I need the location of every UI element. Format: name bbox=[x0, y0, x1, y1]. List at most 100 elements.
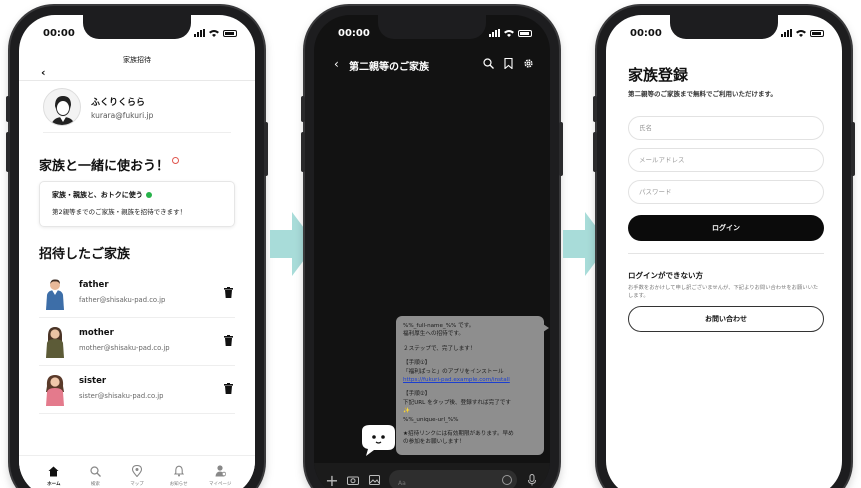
tab-search[interactable]: 検索 bbox=[80, 464, 110, 488]
plus-icon[interactable]: + bbox=[325, 471, 338, 488]
contact-button[interactable]: お問い合わせ bbox=[628, 306, 824, 332]
tab-map[interactable]: マップ bbox=[122, 464, 152, 488]
avatar bbox=[43, 88, 81, 126]
phone-family-invite: 00:00 家族招待 ‹ ふくりくらら kurara@fukuri.jp 家族と… bbox=[6, 6, 268, 488]
member-row-father[interactable]: father father@shisaku-pad.co.jp bbox=[39, 270, 235, 318]
member-email: father@shisaku-pad.co.jp bbox=[79, 296, 166, 304]
phone-chat-invite: 00:00 ‹ 第二親等のご家族 %%_full-name_%% です。 福利厚… bbox=[301, 6, 563, 488]
tab-home[interactable]: ホーム bbox=[39, 464, 69, 488]
invited-family-heading: 招待したご家族 bbox=[39, 247, 131, 262]
status-time: 00:00 bbox=[338, 28, 370, 39]
trash-icon[interactable] bbox=[224, 287, 233, 298]
promo-title: 家族・親族と、おトクに使う bbox=[52, 191, 143, 199]
member-name: mother bbox=[79, 328, 114, 338]
member-email: mother@shisaku-pad.co.jp bbox=[79, 344, 170, 352]
search-icon[interactable] bbox=[483, 58, 494, 69]
install-link[interactable]: https://fukuri-pad.example.com/install bbox=[403, 376, 537, 384]
cant-login-heading: ログインができない方 bbox=[628, 271, 703, 280]
profile-card: ふくりくらら kurara@fukuri.jp bbox=[43, 81, 231, 133]
tab-label: マイページ bbox=[208, 482, 232, 487]
avatar-sister bbox=[46, 375, 64, 406]
back-icon[interactable]: ‹ bbox=[334, 57, 339, 71]
divider bbox=[628, 253, 824, 254]
sparkle-icon: ✨ bbox=[403, 408, 410, 415]
tab-label: お知らせ bbox=[169, 482, 188, 487]
email-field[interactable] bbox=[628, 148, 824, 172]
image-icon[interactable] bbox=[368, 474, 380, 486]
message-line: 【手順②】 bbox=[403, 391, 431, 398]
message-input[interactable] bbox=[389, 473, 517, 488]
use-together-text: 家族と一緒に使おう！ bbox=[39, 159, 170, 174]
trash-icon[interactable] bbox=[224, 383, 233, 394]
back-icon[interactable]: ‹ bbox=[41, 66, 46, 79]
message-line: %%_unique-url_%% bbox=[403, 416, 459, 423]
promo-description: 第2親等までのご家族・親族を招待できます！ bbox=[52, 208, 187, 216]
battery-icon bbox=[810, 30, 824, 37]
promo-card[interactable]: 家族・親族と、おトクに使う 第2親等までのご家族・親族を招待できます！ bbox=[39, 181, 235, 227]
member-name: father bbox=[79, 280, 109, 290]
page-title: 家族招待 bbox=[123, 56, 151, 64]
name-field[interactable] bbox=[628, 116, 824, 140]
use-together-heading: 家族と一緒に使おう！ bbox=[39, 155, 180, 174]
wifi-icon bbox=[504, 30, 514, 37]
chat-input-bar: + bbox=[314, 463, 550, 488]
chat-header: ‹ 第二親等のご家族 bbox=[314, 53, 550, 81]
password-field[interactable] bbox=[628, 180, 824, 204]
notch bbox=[83, 15, 191, 39]
page-subtitle: 第二親等のご家族まで無料でご利用いただけます。 bbox=[628, 90, 777, 98]
message-line: ★招待リンクには有効期限があります。早め bbox=[403, 430, 514, 437]
gear-icon[interactable] bbox=[523, 58, 534, 69]
screen: 00:00 家族登録 第二親等のご家族まで無料でご利用いただけます。 ログイン … bbox=[606, 15, 842, 488]
profile-email: kurara@fukuri.jp bbox=[91, 111, 154, 120]
wifi-icon bbox=[796, 30, 806, 37]
tab-label: マップ bbox=[130, 482, 144, 487]
invite-message-bubble: %%_full-name_%% です。 福利厚生への招待です。 ２ステップで、完… bbox=[396, 316, 549, 455]
battery-icon bbox=[223, 30, 237, 37]
signal-icon bbox=[781, 29, 792, 37]
bell-icon bbox=[173, 465, 184, 477]
search-icon bbox=[90, 465, 101, 477]
emoji-icon[interactable] bbox=[502, 475, 512, 485]
member-row-mother[interactable]: mother mother@shisaku-pad.co.jp bbox=[39, 318, 235, 366]
microphone-icon[interactable] bbox=[526, 474, 538, 486]
screen: 00:00 ‹ 第二親等のご家族 %%_full-name_%% です。 福利厚… bbox=[314, 15, 550, 488]
home-icon bbox=[48, 466, 59, 476]
message-line: %%_full-name_%% です。 bbox=[403, 323, 475, 329]
member-row-sister[interactable]: sister sister@shisaku-pad.co.jp bbox=[39, 366, 235, 414]
tab-label: ホーム bbox=[47, 482, 61, 487]
bookmark-icon[interactable] bbox=[503, 58, 514, 69]
message-line: 【手順①】 bbox=[403, 360, 431, 367]
signal-icon bbox=[194, 29, 205, 37]
green-dot-icon bbox=[145, 192, 152, 198]
status-time: 00:00 bbox=[43, 28, 75, 39]
signal-icon bbox=[489, 29, 500, 37]
message-line: 「福利ぱっと」のアプリをインストール bbox=[403, 368, 504, 375]
info-dot-icon bbox=[172, 157, 180, 164]
bottom-tab-bar: ホーム 検索 マップ お知らせ マイページ bbox=[19, 455, 255, 488]
message-line: 下記URL をタップ後、登録すれば完了です bbox=[403, 399, 511, 406]
tab-notifications[interactable]: お知らせ bbox=[164, 464, 194, 488]
chat-title: 第二親等のご家族 bbox=[349, 62, 429, 73]
map-pin-icon bbox=[131, 465, 142, 477]
trash-icon[interactable] bbox=[224, 335, 233, 346]
cant-login-note: お手数をおかけして申し訳ございませんが、下記よりお問い合わせをお願いいたします。 bbox=[628, 285, 819, 299]
screen: 00:00 家族招待 ‹ ふくりくらら kurara@fukuri.jp 家族と… bbox=[19, 15, 255, 488]
camera-icon[interactable] bbox=[347, 474, 359, 486]
login-button[interactable]: ログイン bbox=[628, 215, 824, 241]
tab-label: 検索 bbox=[90, 482, 100, 487]
chatbot-avatar-icon bbox=[362, 425, 395, 456]
message-line: 福利厚生への招待です。 bbox=[403, 331, 464, 338]
member-email: sister@shisaku-pad.co.jp bbox=[79, 392, 164, 400]
notch bbox=[670, 15, 778, 39]
member-name: sister bbox=[79, 376, 107, 386]
page-title: 家族登録 bbox=[628, 66, 689, 84]
user-icon bbox=[215, 465, 226, 477]
message-line: の参加をお願いします！ bbox=[403, 439, 465, 446]
phone-family-registration: 00:00 家族登録 第二親等のご家族まで無料でご利用いただけます。 ログイン … bbox=[593, 6, 855, 488]
notch bbox=[378, 15, 486, 39]
message-input-wrapper bbox=[389, 470, 517, 488]
tab-mypage[interactable]: マイページ bbox=[205, 464, 235, 488]
status-time: 00:00 bbox=[630, 28, 662, 39]
profile-name: ふくりくらら bbox=[91, 98, 146, 108]
avatar-mother bbox=[46, 327, 64, 358]
